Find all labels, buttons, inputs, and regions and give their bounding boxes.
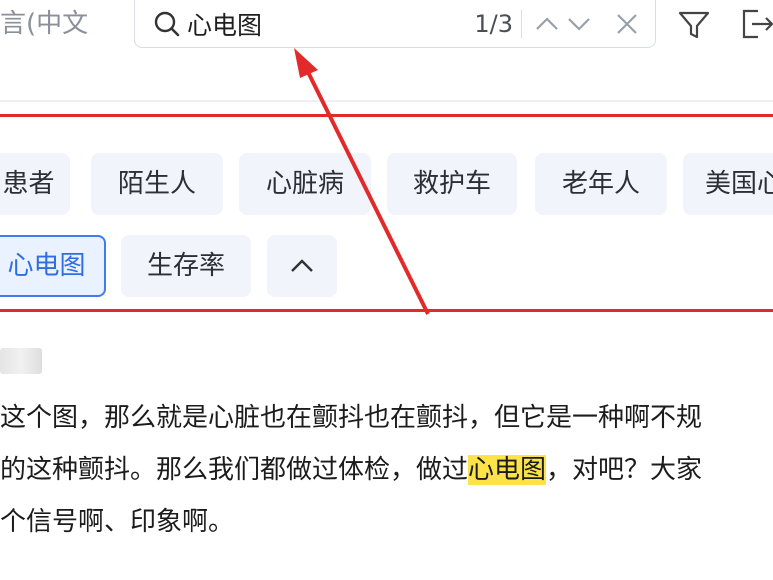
collapse-tags-button[interactable]	[267, 235, 337, 297]
speaker-avatar-blurred	[0, 348, 42, 374]
search-match-highlight[interactable]: 心电图	[468, 455, 547, 485]
search-input[interactable]	[187, 6, 457, 42]
tag-heart-disease[interactable]: 心脏病	[239, 153, 371, 215]
chevron-up-icon[interactable]	[531, 8, 563, 40]
transcript-line: 这个图，那么就是心脏也在颤抖也在颤抖，但它是一种啊不规	[0, 403, 703, 433]
tag-ambulance[interactable]: 救护车	[387, 153, 517, 215]
language-label[interactable]: 言(中文	[0, 4, 88, 44]
tag-usa-heart[interactable]: 美国心	[683, 153, 773, 215]
tag-survival-rate[interactable]: 生存率	[121, 235, 251, 297]
close-icon[interactable]	[611, 8, 643, 40]
tag-ecg-active[interactable]: 心电图	[0, 235, 106, 297]
transcript-line: 的这种颤抖。那么我们都做过体检，做过心电图，对吧？大家	[0, 455, 703, 485]
transcript-line: 个信号啊、印象啊。	[0, 507, 235, 537]
match-count: 1/3	[474, 10, 513, 38]
search-bar: 1/3	[134, 0, 656, 48]
tag-patient[interactable]: 患者	[0, 153, 70, 215]
transcript-text: 这个图，那么就是心脏也在颤抖也在颤抖，但它是一种啊不规 的这种颤抖。那么我们都做…	[0, 392, 773, 548]
separator	[521, 10, 522, 38]
search-icon	[154, 11, 180, 37]
tag-stranger[interactable]: 陌生人	[91, 153, 223, 215]
keyword-tag-panel: 患者 陌生人 心脏病 救护车 老年人 美国心 心电图 生存率	[0, 114, 773, 312]
divider	[0, 100, 773, 102]
tag-elderly[interactable]: 老年人	[535, 153, 667, 215]
chevron-up-icon	[291, 259, 313, 272]
filter-icon[interactable]	[676, 6, 712, 42]
exit-icon[interactable]	[738, 6, 773, 42]
chevron-down-icon[interactable]	[563, 8, 595, 40]
